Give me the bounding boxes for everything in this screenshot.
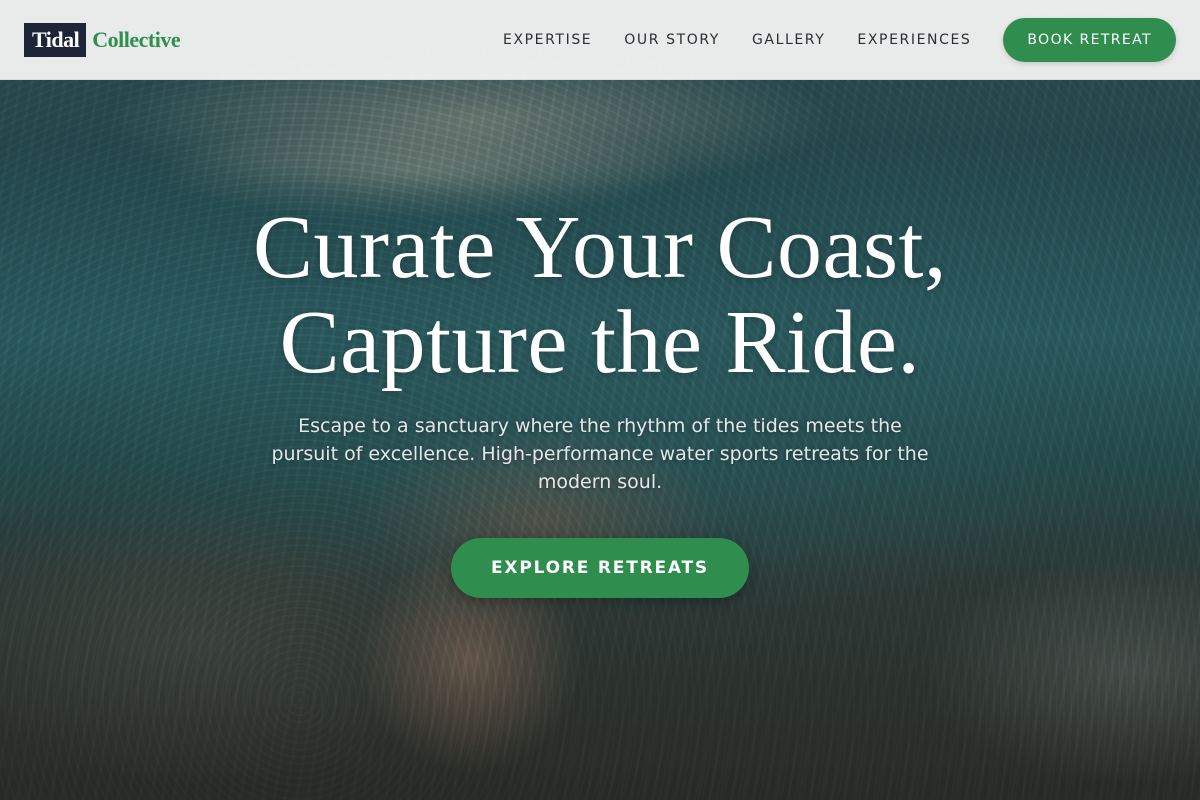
- nav-link-experiences[interactable]: EXPERIENCES: [857, 32, 971, 48]
- explore-retreats-button[interactable]: EXPLORE RETREATS: [451, 538, 749, 598]
- logo-box: Tidal: [24, 22, 87, 57]
- nav-link-expertise[interactable]: EXPERTISE: [503, 32, 592, 48]
- hero-title-line-2: Capture the Ride.: [279, 293, 921, 392]
- book-retreat-button[interactable]: BOOK RETREAT: [1003, 17, 1176, 62]
- nav-link-gallery[interactable]: GALLERY: [752, 32, 825, 48]
- nav-link-our-story[interactable]: OUR STORY: [624, 32, 720, 48]
- hero-title: Curate Your Coast, Capture the Ride.: [253, 200, 947, 390]
- site-header: Tidal Collective EXPERTISE OUR STORY GAL…: [0, 0, 1200, 80]
- hero-section: Curate Your Coast, Capture the Ride. Esc…: [0, 200, 1200, 598]
- main-nav: EXPERTISE OUR STORY GALLERY EXPERIENCES …: [503, 17, 1176, 62]
- brand-logo[interactable]: Tidal Collective: [24, 22, 181, 57]
- hero-title-line-1: Curate Your Coast,: [252, 198, 948, 297]
- logo-wordmark: Collective: [92, 26, 181, 52]
- hero-subtitle: Escape to a sanctuary where the rhythm o…: [271, 415, 929, 493]
